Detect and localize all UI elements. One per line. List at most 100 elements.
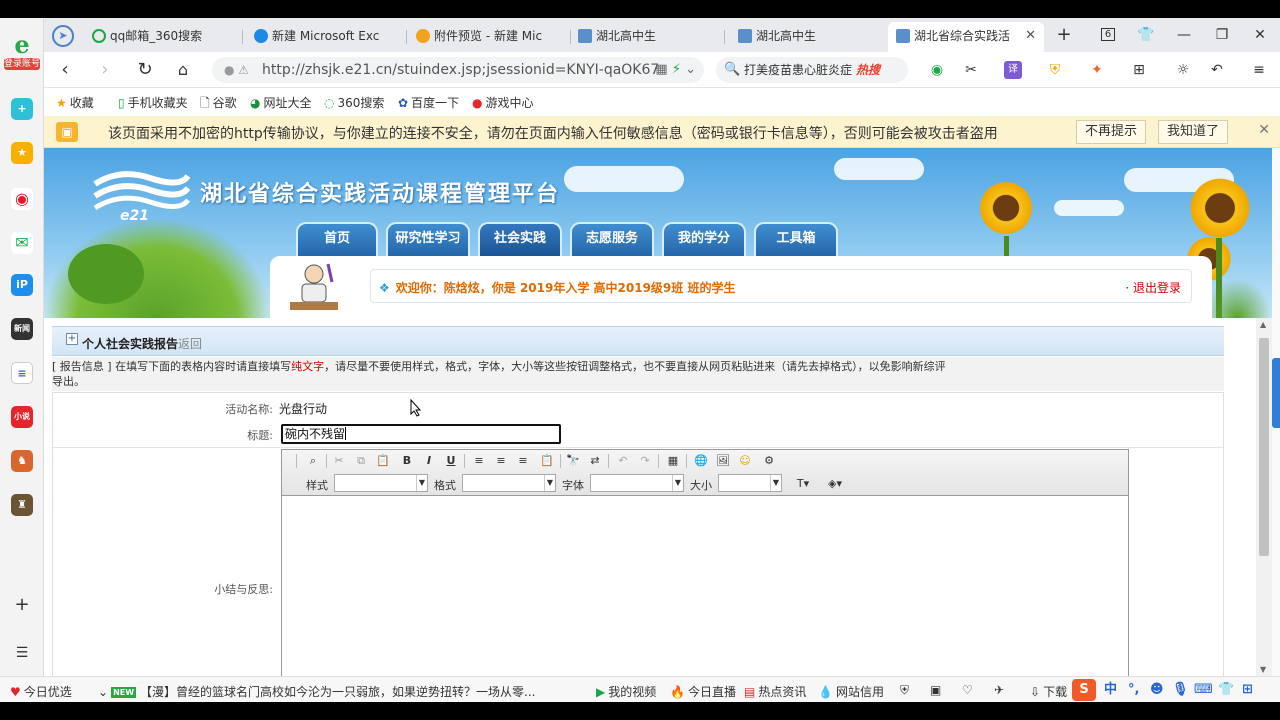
size-select[interactable]: ▼: [718, 474, 782, 492]
bookmark-mobile[interactable]: ▯ 手机收藏夹: [118, 94, 188, 111]
ime-punctuation-icon[interactable]: °,: [1128, 679, 1139, 701]
translate-icon[interactable]: 译: [1004, 61, 1022, 79]
ip-app-icon[interactable]: iP: [11, 274, 33, 296]
forward-icon[interactable]: ›: [94, 59, 116, 81]
preview-icon[interactable]: ⌕: [304, 453, 322, 469]
text-color-icon[interactable]: T▾: [794, 476, 812, 492]
dont-show-again-button[interactable]: 不再提示: [1076, 120, 1147, 144]
tab-hubei-2[interactable]: 湖北高中生: [730, 22, 880, 52]
ime-voice-icon[interactable]: 🎙: [1172, 679, 1189, 701]
tab-hubei-platform-active[interactable]: 湖北省综合实践活 ✕: [888, 22, 1044, 52]
weibo-icon[interactable]: ◉: [11, 188, 33, 210]
scroll-down-icon[interactable]: ▼: [1260, 665, 1266, 674]
align-center-icon[interactable]: ≡: [492, 453, 510, 469]
download[interactable]: ⇩ 下载: [1030, 683, 1067, 700]
tab-qq-mail[interactable]: qq邮箱_360搜索: [84, 22, 234, 52]
refresh-icon[interactable]: ↻: [134, 59, 156, 81]
nav-research[interactable]: 研究性学习: [386, 222, 470, 256]
tab-count-badge[interactable]: 6: [1096, 24, 1120, 46]
tab-excel[interactable]: 新建 Microsoft Exc: [246, 22, 400, 52]
nav-social-practice[interactable]: 社会实践: [478, 222, 562, 256]
close-tab-icon[interactable]: ✕: [1025, 22, 1036, 50]
url-field[interactable]: ● ⚠ http://zhsjk.e21.cn/stuindex.jsp;jse…: [212, 57, 704, 83]
navigate-icon[interactable]: ➤: [52, 25, 74, 47]
editor-content-area[interactable]: [282, 497, 1128, 676]
back-link[interactable]: 返回: [178, 335, 202, 352]
document-icon[interactable]: ≡: [11, 362, 33, 384]
brightness-icon[interactable]: ☼: [1174, 61, 1192, 79]
sidebar-menu-icon[interactable]: ☰: [11, 642, 33, 664]
align-left-icon[interactable]: ≡: [470, 453, 488, 469]
bookmark-baidu[interactable]: ✿ 百度一下: [398, 94, 459, 111]
favorites-star-icon[interactable]: ★: [11, 142, 33, 164]
bookmark-directory[interactable]: ◕ 网址大全: [250, 94, 312, 111]
cut-icon[interactable]: ✂: [330, 453, 348, 469]
format-select[interactable]: ▼: [462, 474, 556, 492]
health-icon[interactable]: ♡: [962, 683, 973, 697]
360-browser-logo-icon[interactable]: e 登录账号: [2, 32, 42, 72]
scissors-icon[interactable]: ✂: [962, 61, 980, 79]
ime-language[interactable]: 中: [1104, 679, 1117, 701]
mail-icon[interactable]: ✉: [11, 232, 33, 254]
home-icon[interactable]: ⌂: [172, 59, 194, 81]
paste-icon[interactable]: 📋: [374, 453, 392, 469]
nav-toolbox[interactable]: 工具箱: [754, 222, 838, 256]
close-window-icon[interactable]: ✕: [1248, 24, 1272, 46]
nav-my-credits[interactable]: 我的学分: [662, 222, 746, 256]
news-app-icon[interactable]: 新闻: [11, 318, 33, 340]
menu-icon[interactable]: ≡: [1250, 61, 1268, 79]
align-right-icon[interactable]: ≡: [514, 453, 532, 469]
link-icon[interactable]: 🌐: [692, 453, 710, 469]
underline-icon[interactable]: U: [442, 453, 460, 469]
expand-icon[interactable]: +: [66, 333, 78, 345]
new-tab-icon[interactable]: +: [1052, 24, 1076, 46]
bold-icon[interactable]: B: [398, 453, 416, 469]
ime-grid-icon[interactable]: ⊞: [1242, 679, 1253, 701]
site-credit[interactable]: 💧 网站信用: [818, 683, 884, 700]
ime-keyboard-icon[interactable]: ⌨: [1194, 679, 1213, 701]
copy-icon[interactable]: ⧉: [352, 453, 370, 469]
back-icon[interactable]: ‹: [54, 59, 76, 81]
ime-skin-icon[interactable]: 👕: [1218, 679, 1234, 701]
mini-program-icon[interactable]: 小说: [11, 406, 33, 428]
hot-news[interactable]: ▤ 热点资讯: [744, 683, 806, 700]
my-videos[interactable]: ▶ 我的视频: [596, 683, 656, 700]
redo-editor-icon[interactable]: ↷: [636, 453, 654, 469]
skin-icon[interactable]: 👕: [1134, 24, 1158, 46]
table-icon[interactable]: ▦: [664, 453, 682, 469]
image-icon[interactable]: 🖼: [714, 453, 732, 469]
side-panel-toggle[interactable]: [1272, 358, 1280, 428]
undo-editor-icon[interactable]: ↶: [614, 453, 632, 469]
wechat-icon[interactable]: ◉: [928, 61, 946, 79]
security-shield-icon[interactable]: ⛨: [900, 683, 909, 698]
rich-text-editor[interactable]: ⌕ ✂ ⧉ 📋 B I U ≡ ≡ ≡ 📋 🔭 ⇄ ↶ ↷ ▦ 🌐 🖼 ☺ ⚙ …: [281, 449, 1129, 676]
accelerate-icon[interactable]: ✈: [994, 683, 1004, 697]
page-scrollbar[interactable]: ▲ ▼: [1256, 318, 1272, 676]
shield-icon[interactable]: ⛨: [1046, 61, 1064, 79]
url-tools-icon[interactable]: ▦ ⚡ ⌄: [655, 57, 696, 83]
replace-icon[interactable]: ⇄: [586, 453, 604, 469]
close-warning-icon[interactable]: ✕: [1258, 122, 1270, 138]
tab-attachment-preview[interactable]: 附件预览 - 新建 Mic: [408, 22, 568, 52]
game-icon[interactable]: ✦: [1088, 61, 1106, 79]
daily-picks[interactable]: ♥ 今日优选: [10, 683, 72, 700]
font-select[interactable]: ▼: [590, 474, 684, 492]
search-box[interactable]: 🔍 打美疫苗患心脏炎症 热搜: [716, 57, 908, 83]
find-icon[interactable]: 🔭: [564, 453, 582, 469]
news-ticker[interactable]: ⌄ NEW 【漫】曾经的篮球名门高校如今沦为一只弱旅，如果逆势扭转？一场从零...: [98, 683, 536, 700]
style-select[interactable]: ▼: [334, 474, 428, 492]
add-sidebar-icon[interactable]: +: [11, 594, 33, 616]
scrollbar-thumb[interactable]: [1259, 338, 1269, 556]
title-input[interactable]: 碗内不残留: [281, 424, 561, 444]
paste-text-icon[interactable]: 📋: [538, 453, 556, 469]
bookmark-360-search[interactable]: ◌ 360搜索: [324, 94, 384, 111]
apps-grid-icon[interactable]: ⊞: [1130, 61, 1148, 79]
health-plus-icon[interactable]: +: [11, 98, 33, 120]
tab-hubei-1[interactable]: 湖北高中生: [570, 22, 720, 52]
restore-icon[interactable]: ❐: [1210, 24, 1234, 46]
logout-link[interactable]: · 退出登录: [1125, 279, 1181, 296]
ime-emoji-icon[interactable]: ☻: [1150, 679, 1164, 701]
special-char-icon[interactable]: ⚙: [760, 453, 778, 469]
game-app-icon[interactable]: ♞: [11, 450, 33, 472]
live-today[interactable]: 🔥 今日直播: [670, 683, 736, 700]
